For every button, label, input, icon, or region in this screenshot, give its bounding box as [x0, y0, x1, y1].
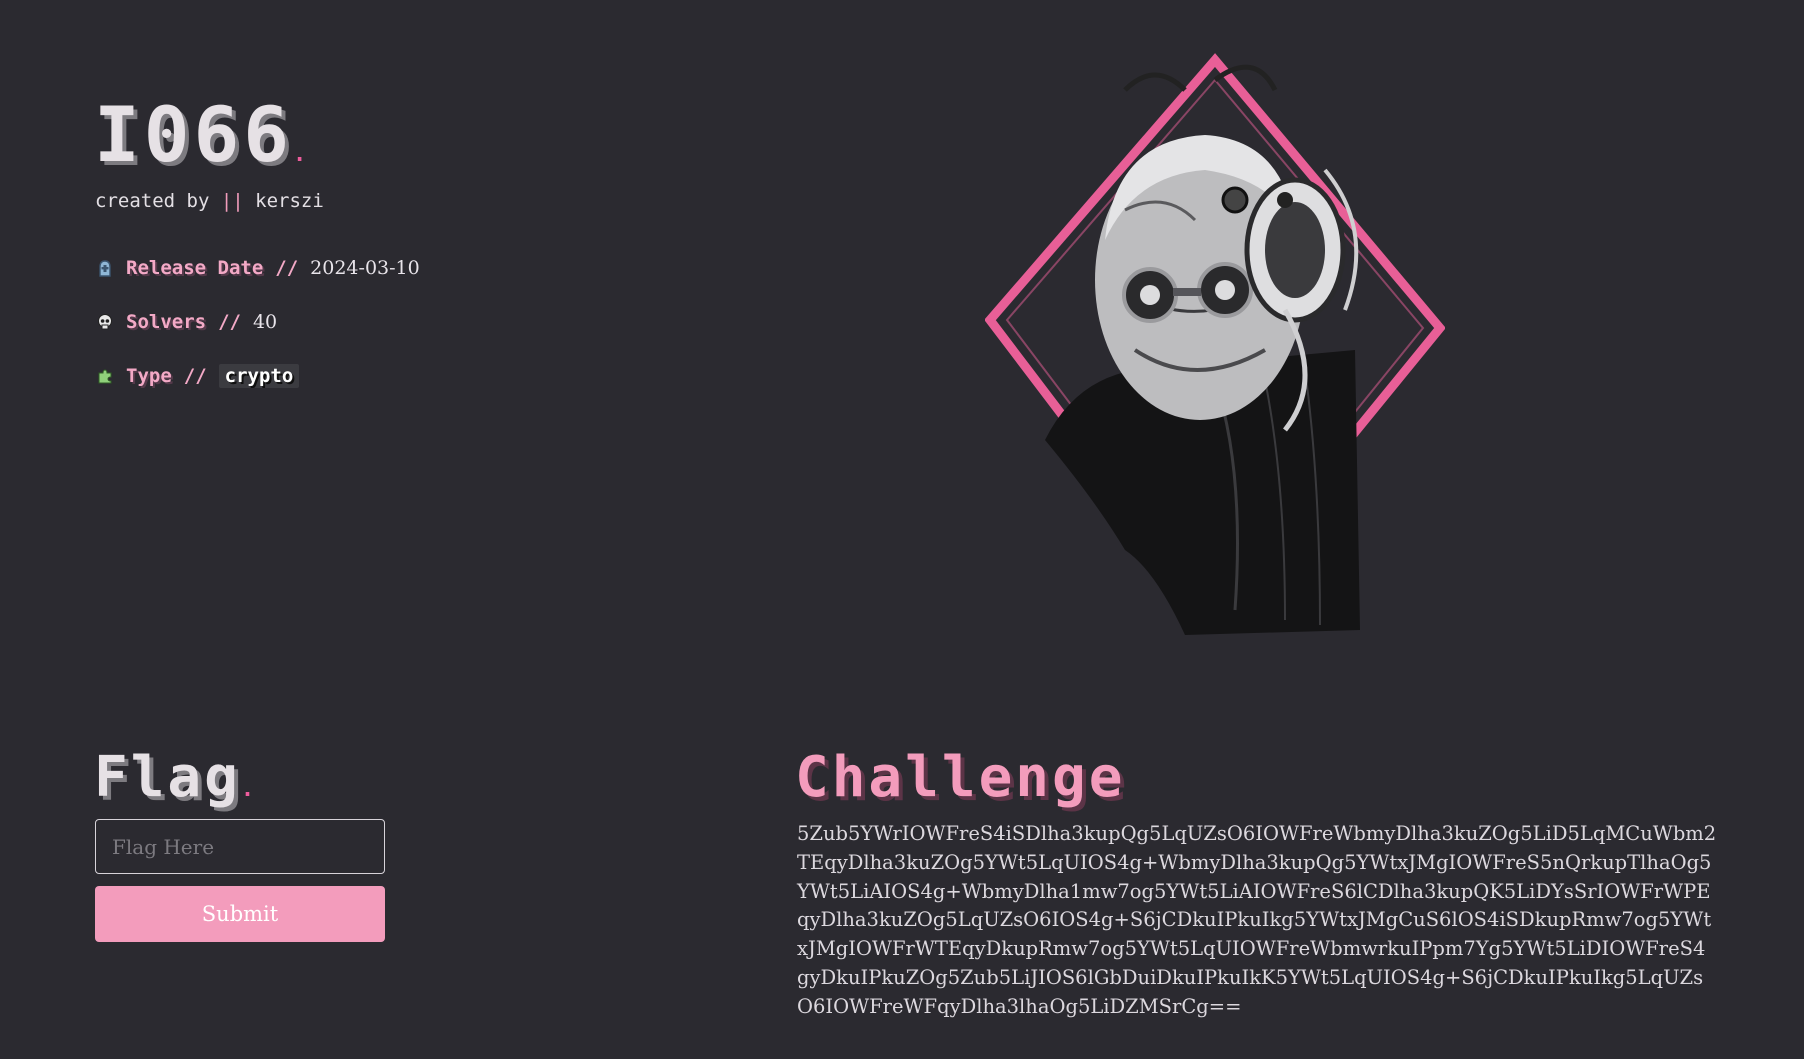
title-dot: . — [293, 142, 311, 167]
flag-input[interactable] — [95, 819, 385, 874]
release-date-separator: // — [275, 257, 299, 279]
created-by-separator: || — [220, 190, 244, 212]
created-by-line: created by || kerszi — [95, 190, 324, 212]
solvers-value: 40 — [252, 311, 278, 333]
solvers-separator: // — [218, 311, 241, 333]
puzzle-icon — [96, 367, 114, 385]
release-date-value: 2024-03-10 — [310, 257, 420, 279]
release-date-label: Release Date — [126, 257, 264, 279]
cyborg-portrait-image — [984, 50, 1446, 635]
page-title: I066. — [94, 92, 310, 198]
type-label: Type — [126, 365, 172, 387]
skull-icon — [96, 313, 114, 331]
release-date-row: Release Date // 2024-03-10 — [96, 253, 420, 283]
flag-title-dot: . — [240, 777, 258, 802]
type-separator: // — [183, 365, 207, 387]
submit-button[interactable]: Submit — [95, 886, 385, 942]
tombstone-icon — [96, 259, 114, 277]
flag-title-text: Flag — [94, 745, 241, 810]
solvers-label: Solvers — [126, 311, 207, 333]
challenge-ciphertext: 5Zub5YWrIOWFreS4iSDlha3kupQg5LqUZsO6IOWF… — [797, 822, 1717, 1018]
flag-section-title: Flag. — [94, 748, 257, 820]
type-row: Type // crypto — [96, 361, 300, 391]
created-by-label: created by — [95, 190, 221, 212]
challenge-section-title: Challenge — [795, 745, 1126, 810]
solvers-row: Solvers // 40 — [96, 307, 277, 337]
type-badge: crypto — [218, 364, 300, 388]
author-name: kerszi — [243, 190, 324, 212]
title-text: I066 — [94, 90, 294, 179]
